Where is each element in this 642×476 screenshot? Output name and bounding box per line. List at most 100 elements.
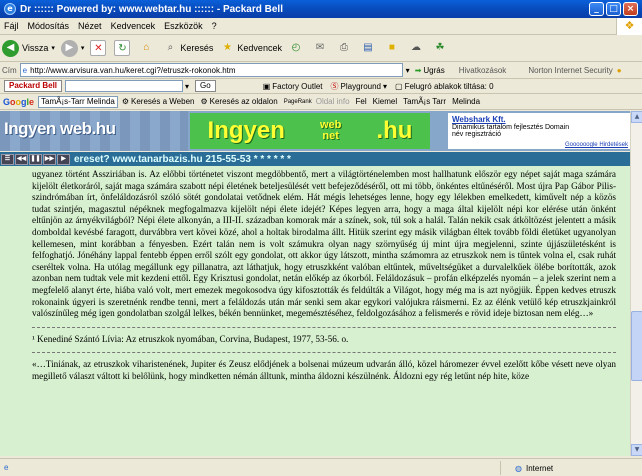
footnote: ¹ Kenediné Szántó Lívia: Az etruszkok ny… [32, 333, 349, 344]
scroll-up-icon[interactable]: ▲ [631, 111, 642, 123]
refresh-icon[interactable]: ↻ [114, 40, 131, 56]
search-web-icon: ⚙ [121, 97, 130, 106]
popup-icon: ▢ [395, 81, 403, 91]
factory-outlet-link[interactable]: Factory Outlet [272, 82, 322, 91]
ad-line-1: Dinamikus tartalom fejlesztés Domain [452, 124, 570, 131]
packard-bell-bar: Packard Bell ▾ Go ▣ Factory Outlet Ⓢ Pla… [0, 79, 642, 94]
menu-favorites[interactable]: Kedvencek [111, 21, 156, 31]
zone-label: Internet [525, 463, 554, 473]
dropdown-icon[interactable]: ▾ [185, 82, 189, 91]
banner-ingyen-text: Ingyen [207, 117, 285, 144]
ticker-text: ereset? www.tanarbazis.hu 215-55-53 * * … [74, 153, 291, 165]
stop-icon[interactable]: ✕ [90, 40, 107, 56]
chevron-down-icon[interactable]: ▾ [383, 82, 387, 91]
ad-banner: Ingyen web.hu Ingyen web net .hu Webshark… [0, 111, 630, 151]
search-icon: ⌕ [167, 42, 174, 53]
divider [32, 326, 616, 328]
forward-arrow-icon: ▶ [60, 39, 78, 57]
popup-killer-link[interactable]: Felugró ablakok tiltása: 0 [405, 82, 494, 91]
ticker-pause-icon[interactable]: ❚❚ [29, 153, 42, 165]
ad-title[interactable]: Webshark Kft. [452, 115, 628, 124]
chevron-down-icon[interactable]: ▾ [81, 44, 85, 52]
history-icon[interactable]: ◴ [288, 40, 304, 56]
windows-logo-icon: ❖ [616, 18, 642, 35]
chevron-down-icon[interactable]: ▾ [51, 44, 55, 52]
star-icon: ★ [222, 42, 232, 53]
google-ad[interactable]: Webshark Kft. Dinamikus tartalom fejlesz… [448, 113, 630, 149]
scroll-thumb[interactable] [631, 311, 642, 381]
word-find-tamas[interactable]: TamÃ¡s Tarr [403, 97, 446, 106]
address-input[interactable]: e http://www.arvisura.van.hu/keret.cgi?/… [19, 63, 403, 77]
edit-icon[interactable]: ▤ [360, 40, 376, 56]
norton-icon[interactable]: ● [617, 66, 622, 75]
back-arrow-icon: ◀ [2, 39, 19, 57]
ad-footer-link[interactable]: Goooooogle Hirdetések [565, 142, 628, 148]
menu-tools[interactable]: Eszközök [164, 21, 203, 31]
mail-icon[interactable]: ✉ [312, 40, 328, 56]
playground-icon: Ⓢ [330, 81, 339, 91]
discuss-icon[interactable]: ☁ [408, 40, 424, 56]
menu-view[interactable]: Nézet [78, 21, 102, 31]
ticker-menu-icon[interactable]: ☰ [1, 153, 14, 165]
packard-bell-button[interactable]: Packard Bell [4, 80, 63, 92]
back-label: Vissza [22, 43, 49, 53]
google-logo[interactable]: Google [3, 97, 34, 107]
address-url: http://www.arvisura.van.hu/keret.cgi?/et… [30, 65, 236, 75]
ie-logo-icon: e [4, 3, 16, 15]
favorites-label: Kedvencek [237, 43, 282, 53]
go-button[interactable]: Ugrás [423, 66, 444, 75]
google-toolbar: Google TamÃ¡s-Tarr Melinda ⚙ Keresés a W… [0, 94, 642, 110]
scroll-down-icon[interactable]: ▼ [631, 444, 642, 456]
vertical-scrollbar[interactable]: ▲ ▼ [630, 111, 642, 456]
page-info-button[interactable]: Oldal info [316, 97, 350, 106]
playground-link[interactable]: Playground [341, 82, 381, 91]
print-icon[interactable]: ⎙ [336, 40, 352, 56]
minimize-button[interactable]: _ [589, 2, 604, 16]
up-button[interactable]: Fel [356, 97, 367, 106]
menu-edit[interactable]: Módosítás [28, 21, 70, 31]
security-zone: ◍ Internet [500, 461, 553, 475]
pagerank-label[interactable]: PageRank [284, 99, 312, 105]
dropdown-icon[interactable]: ▾ [406, 66, 410, 75]
ticker-forward-icon[interactable]: ▶▶ [43, 153, 56, 165]
menu-bar: Fájl Módosítás Nézet Kedvencek Eszközök … [0, 18, 642, 35]
maximize-button[interactable]: □ [606, 2, 621, 16]
status-bar: e ◍ Internet [0, 458, 642, 476]
menu-file[interactable]: Fájl [4, 21, 19, 31]
packard-search-input[interactable] [65, 80, 184, 92]
norton-link[interactable]: Norton Internet Security [528, 66, 612, 75]
google-search-select[interactable]: TamÃ¡s-Tarr Melinda [38, 95, 118, 108]
favorites-button[interactable]: ★ Kedvencek [219, 40, 282, 56]
ticker-stop-icon[interactable]: ▶ [57, 153, 70, 165]
home-icon[interactable]: ⌂ [138, 40, 154, 56]
highlight-button[interactable]: Kiemel [373, 97, 397, 106]
paragraph-1: ugyanez történt Assziriában is. Az előbb… [32, 169, 616, 319]
banner-webnet-text: web net [319, 119, 342, 142]
window-title: Dr :::::: Powered by: www.webtar.hu ::::… [20, 3, 283, 15]
address-label: Cím [2, 65, 17, 75]
back-button[interactable]: ◀ Vissza ▾ [2, 39, 55, 57]
menu-help[interactable]: ? [212, 21, 217, 31]
banner-ingyen-webnet[interactable]: Ingyen web net .hu [190, 113, 430, 149]
banner-hu-text: .hu [376, 117, 413, 144]
search-web-button[interactable]: Keresés a Weben [131, 97, 194, 106]
toolbar: ◀ Vissza ▾ ▶ ▾ ✕ ↻ ⌂ ⌕ Keresés ★ Kedvenc… [0, 35, 642, 62]
links-label[interactable]: Hivatkozások [459, 66, 507, 75]
messenger-icon[interactable]: ☘ [432, 40, 448, 56]
search-button[interactable]: ⌕ Keresés [162, 40, 214, 56]
ad-line-2: név regisztráció [452, 131, 502, 138]
address-bar: Cím e http://www.arvisura.van.hu/keret.c… [0, 62, 642, 79]
go-button[interactable]: Go [195, 80, 216, 92]
factory-icon: ▣ [262, 81, 271, 91]
ticker-rewind-icon[interactable]: ◀◀ [15, 153, 28, 165]
word-find-melinda[interactable]: Melinda [452, 97, 480, 106]
search-site-button[interactable]: Keresés az oldalon [210, 97, 278, 106]
folder-icon[interactable]: ■ [384, 40, 400, 56]
forward-button[interactable]: ▶ ▾ [60, 39, 85, 57]
paragraph-2: «…Tiniának, az etruszkok viharistenének,… [32, 359, 616, 381]
banner-left-logo[interactable]: Ingyen web.hu [0, 111, 188, 151]
globe-icon: ◍ [515, 463, 522, 473]
divider [32, 352, 616, 354]
close-button[interactable]: × [623, 2, 638, 16]
go-arrow-icon[interactable]: ➡ [415, 66, 422, 75]
